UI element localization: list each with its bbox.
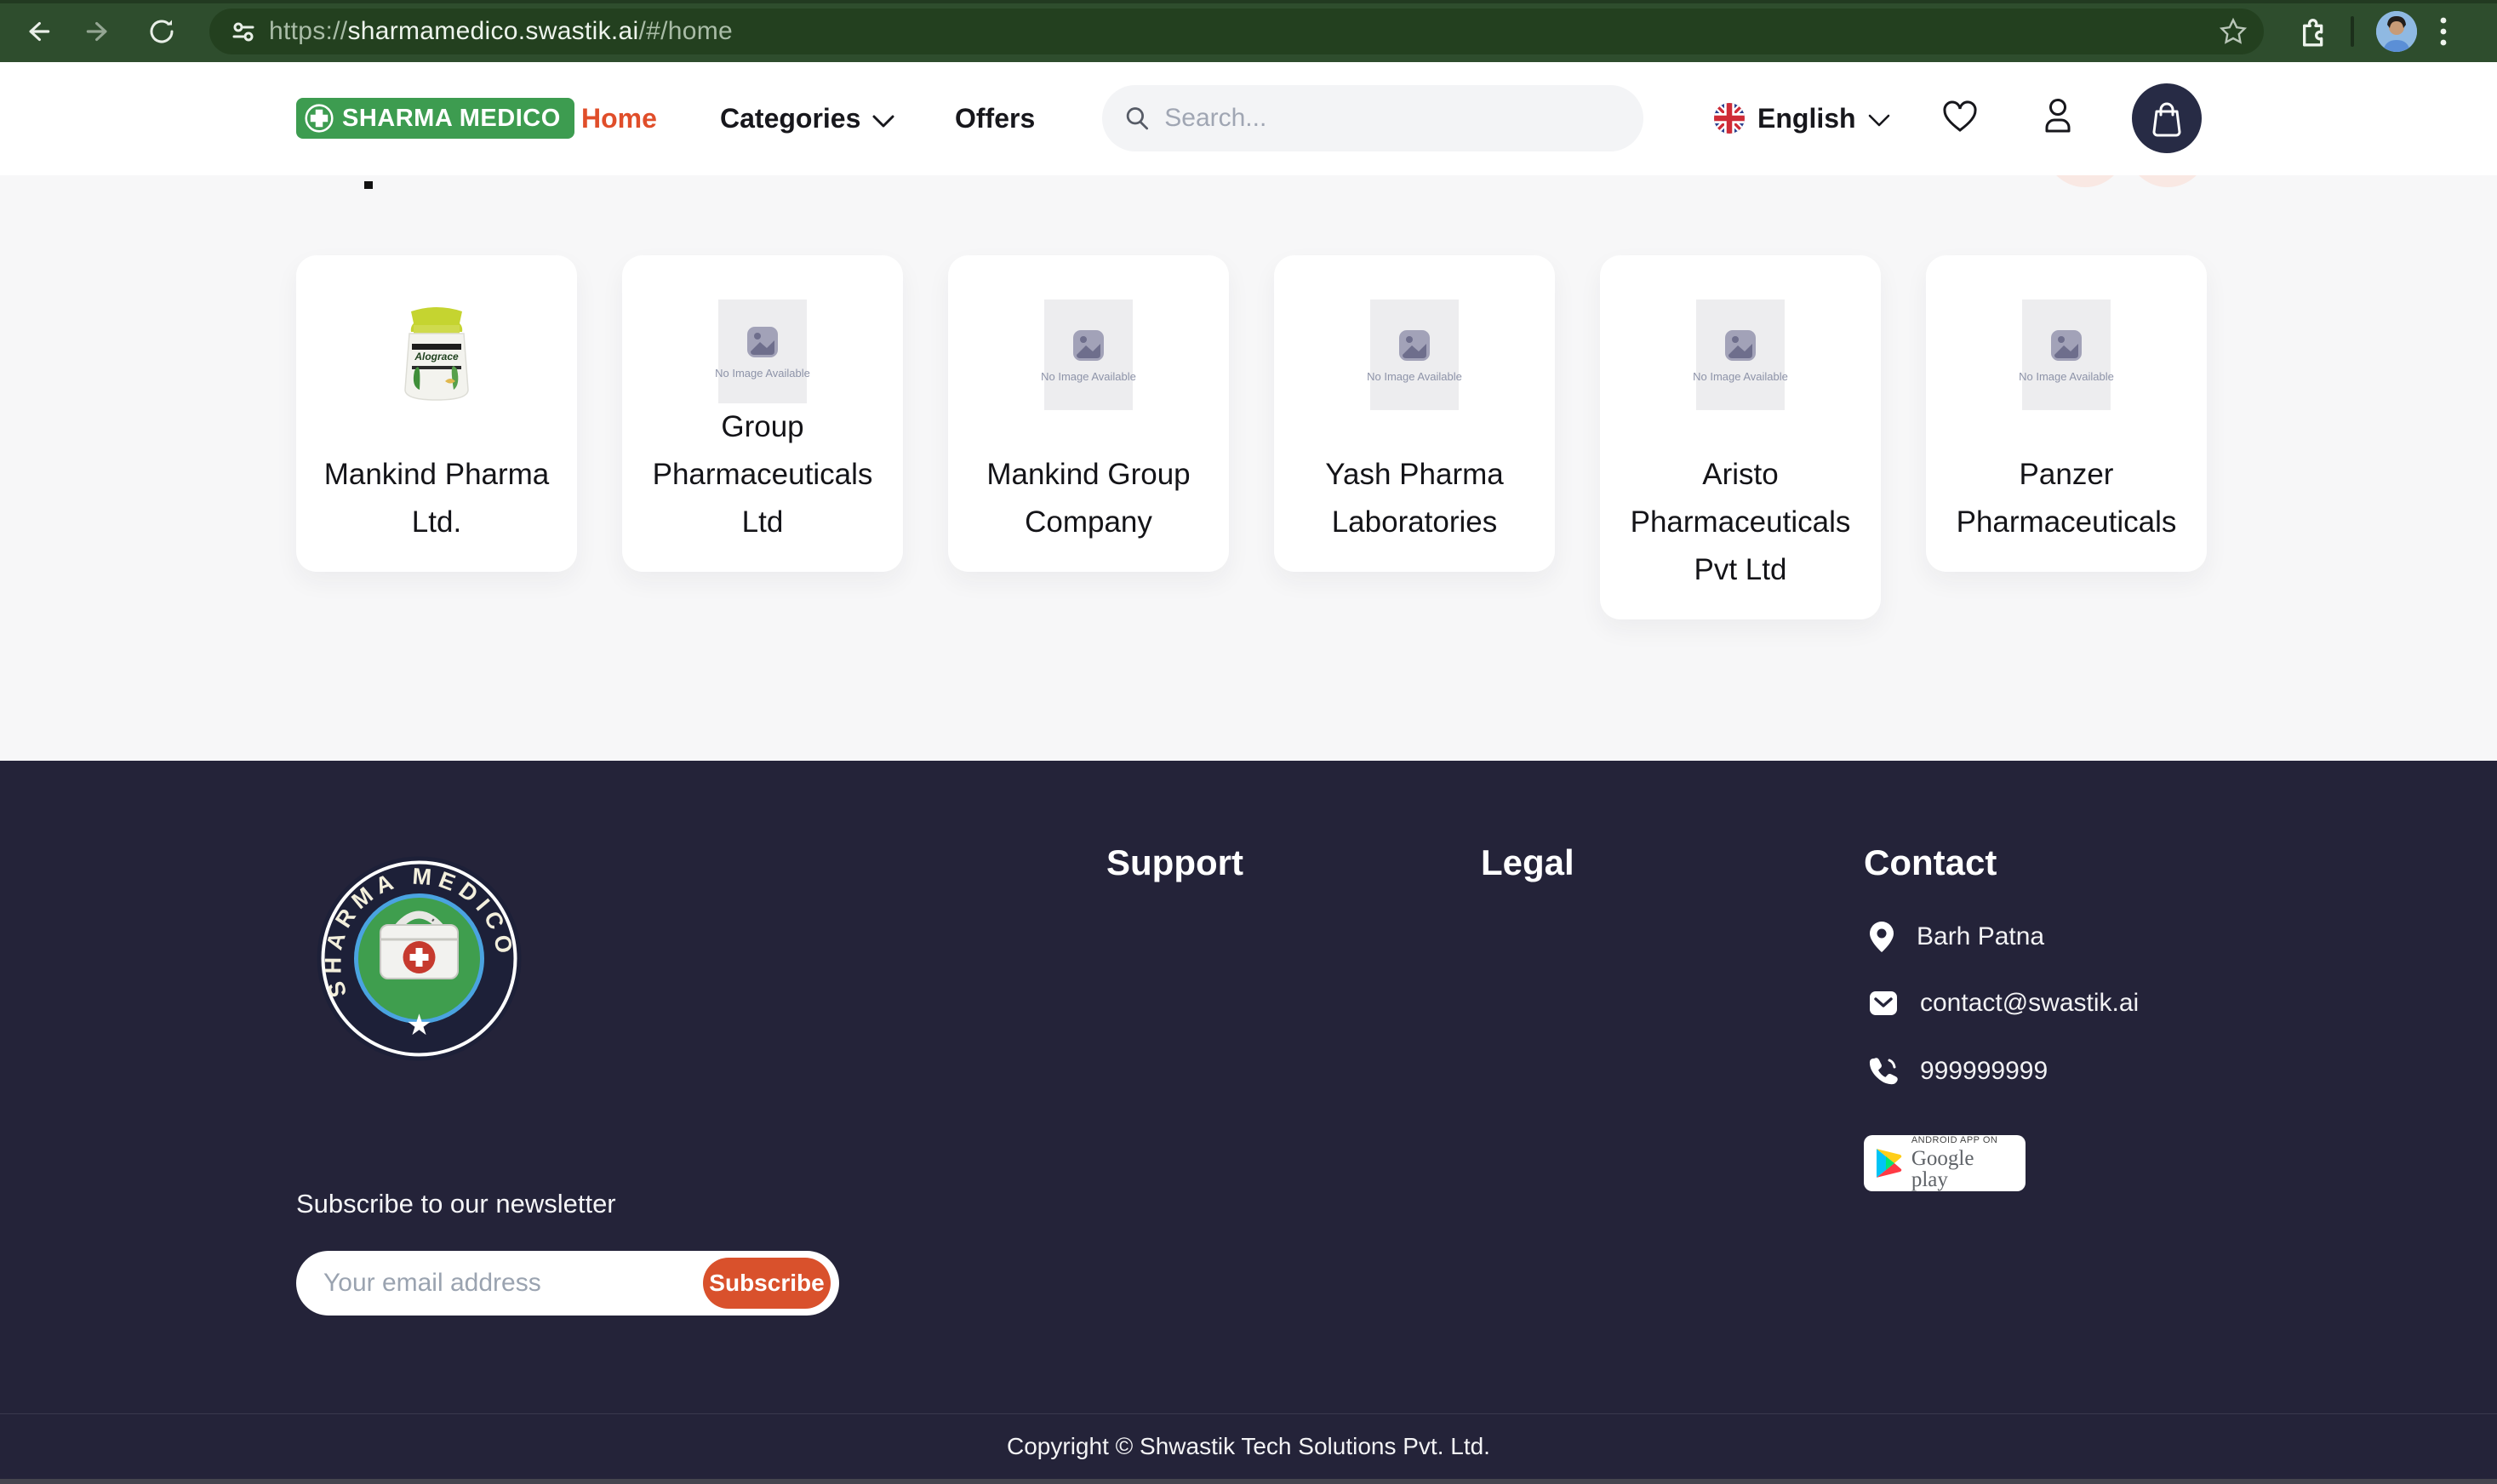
wishlist-heart-icon[interactable]	[1941, 100, 1979, 134]
account-person-icon[interactable]	[2041, 96, 2075, 135]
search-input[interactable]	[1164, 104, 1621, 133]
cart-button[interactable]	[2132, 83, 2202, 153]
email-icon	[1869, 990, 1898, 1016]
location-pin-icon	[1869, 921, 1894, 953]
url-path: /#/home	[638, 17, 733, 45]
site-header: SHARMA MEDICO Home Categories Offers Eng…	[0, 62, 2497, 175]
no-image-placeholder: No Image Available	[1696, 300, 1785, 410]
brand-card[interactable]: No Image Available Mankind Group Company	[948, 255, 1229, 572]
no-image-label: No Image Available	[1041, 370, 1136, 383]
logo-wordmark: SHARMA MEDICO	[342, 105, 561, 133]
phone-icon	[1869, 1057, 1898, 1086]
copyright-text: Copyright © Shwastik Tech Solutions Pvt.…	[1007, 1433, 1490, 1460]
brand-name: Panzer Pharmaceuticals	[1933, 451, 2200, 546]
language-selector[interactable]: English	[1713, 96, 1890, 140]
address-bar[interactable]: https://sharmamedico.swastik.ai/#/home	[209, 9, 2264, 54]
brand-card[interactable]: No Image Available Aristo Pharmaceutical…	[1600, 255, 1881, 619]
search-icon	[1124, 104, 1151, 133]
product-jar-image: Alograce	[386, 300, 488, 410]
image-placeholder-icon	[1071, 328, 1106, 363]
chrome-divider	[2351, 16, 2354, 47]
language-label: English	[1757, 103, 1856, 134]
contact-phone-row[interactable]: 999999999	[1869, 1057, 2048, 1086]
contact-phone: 999999999	[1920, 1057, 2048, 1086]
google-play-line2: Google play	[1911, 1148, 2015, 1190]
browser-back-icon[interactable]	[19, 13, 56, 50]
google-play-icon	[1874, 1147, 1903, 1179]
url-host: sharmamedico.swastik.ai	[347, 17, 638, 45]
chevron-down-icon	[1868, 114, 1890, 128]
footer: SHARMA MEDICO ★ Support Legal Contact Ba…	[0, 761, 2497, 1484]
brand-card[interactable]: Alograce Mankind Pharma Ltd.	[296, 255, 577, 572]
no-image-placeholder: No Image Available	[1044, 300, 1133, 410]
newsletter-email-input[interactable]	[323, 1269, 703, 1298]
carousel-next-button[interactable]	[2127, 175, 2208, 187]
bookmark-star-icon[interactable]	[2218, 16, 2248, 47]
newsletter-title: Subscribe to our newsletter	[296, 1189, 616, 1219]
brand-name: Mankind Pharma Ltd.	[303, 451, 570, 546]
search-bar[interactable]	[1102, 85, 1643, 151]
carousel-prev-button[interactable]	[2044, 175, 2126, 187]
contact-address: Barh Patna	[1917, 922, 2044, 951]
no-image-placeholder: No Image Available	[1370, 300, 1459, 410]
site-logo[interactable]: SHARMA MEDICO	[296, 98, 574, 139]
no-image-label: No Image Available	[1693, 370, 1788, 383]
no-image-placeholder: No Image Available	[718, 300, 807, 403]
newsletter-form: Subscribe	[296, 1251, 839, 1316]
image-placeholder-icon	[2048, 328, 2084, 363]
no-image-placeholder: No Image Available	[2022, 300, 2111, 410]
image-placeholder-icon	[1723, 328, 1758, 363]
contact-address-row: Barh Patna	[1869, 921, 2044, 953]
no-image-label: No Image Available	[2019, 370, 2114, 383]
url-text: https://sharmamedico.swastik.ai/#/home	[269, 17, 733, 46]
google-play-line1: ANDROID APP ON	[1911, 1136, 2015, 1145]
browser-forward-icon[interactable]	[80, 13, 117, 50]
site-permissions-icon[interactable]	[230, 18, 257, 45]
nav-item-categories[interactable]: Categories	[720, 103, 894, 134]
uk-flag-icon	[1713, 102, 1746, 134]
subscribe-button[interactable]: Subscribe	[703, 1258, 831, 1309]
google-play-text: ANDROID APP ON Google play	[1911, 1136, 2015, 1190]
chevron-down-icon	[872, 115, 894, 128]
footer-column-support: Support	[1106, 842, 1243, 883]
brand-name: Aristo Pharmaceuticals Pvt Ltd	[1607, 451, 1874, 594]
footer-column-contact: Contact	[1864, 842, 1997, 883]
brand-name: Mankind Group Company	[955, 451, 1222, 546]
brand-name: Yash Pharma Laboratories	[1281, 451, 1548, 546]
nav-item-offers[interactable]: Offers	[955, 103, 1035, 134]
no-image-label: No Image Available	[715, 367, 810, 380]
nav-categories-label: Categories	[720, 103, 860, 134]
contact-email-row[interactable]: contact@swastik.ai	[1869, 989, 2139, 1018]
medical-cross-icon	[305, 104, 334, 133]
browser-chrome: https://sharmamedico.swastik.ai/#/home	[0, 0, 2497, 62]
url-scheme: https://	[269, 17, 347, 45]
image-placeholder-icon	[1397, 328, 1432, 363]
brand-card[interactable]: No Image Available Yash Pharma Laborator…	[1274, 255, 1555, 572]
svg-text:Alograce: Alograce	[414, 351, 459, 362]
brand-name: Group Pharmaceuticals Ltd	[629, 403, 896, 546]
nav-item-home[interactable]: Home	[581, 103, 657, 134]
window-bottom-edge	[0, 1479, 2497, 1484]
section-heading-fragment	[364, 181, 373, 189]
no-image-label: No Image Available	[1367, 370, 1462, 383]
browser-reload-icon[interactable]	[143, 13, 180, 50]
extensions-puzzle-icon[interactable]	[2294, 14, 2328, 49]
footer-column-legal: Legal	[1481, 842, 1574, 883]
google-play-badge[interactable]: ANDROID APP ON Google play	[1864, 1135, 2026, 1191]
brand-card[interactable]: No Image Available Panzer Pharmaceutical…	[1926, 255, 2207, 572]
brand-card[interactable]: No Image Available Group Pharmaceuticals…	[622, 255, 903, 572]
copyright-bar: Copyright © Shwastik Tech Solutions Pvt.…	[0, 1413, 2497, 1479]
chrome-menu-icon[interactable]	[2437, 14, 2449, 49]
brands-section: Alograce Mankind Pharma Ltd. No Image Av…	[0, 175, 2497, 761]
shopping-bag-icon	[2150, 100, 2184, 137]
svg-text:★: ★	[406, 1008, 431, 1042]
profile-avatar[interactable]	[2376, 11, 2417, 52]
footer-logo-badge: SHARMA MEDICO ★	[315, 854, 523, 1063]
contact-email: contact@swastik.ai	[1920, 989, 2139, 1018]
image-placeholder-icon	[745, 324, 780, 360]
brand-cards-row: Alograce Mankind Pharma Ltd. No Image Av…	[296, 255, 2207, 619]
